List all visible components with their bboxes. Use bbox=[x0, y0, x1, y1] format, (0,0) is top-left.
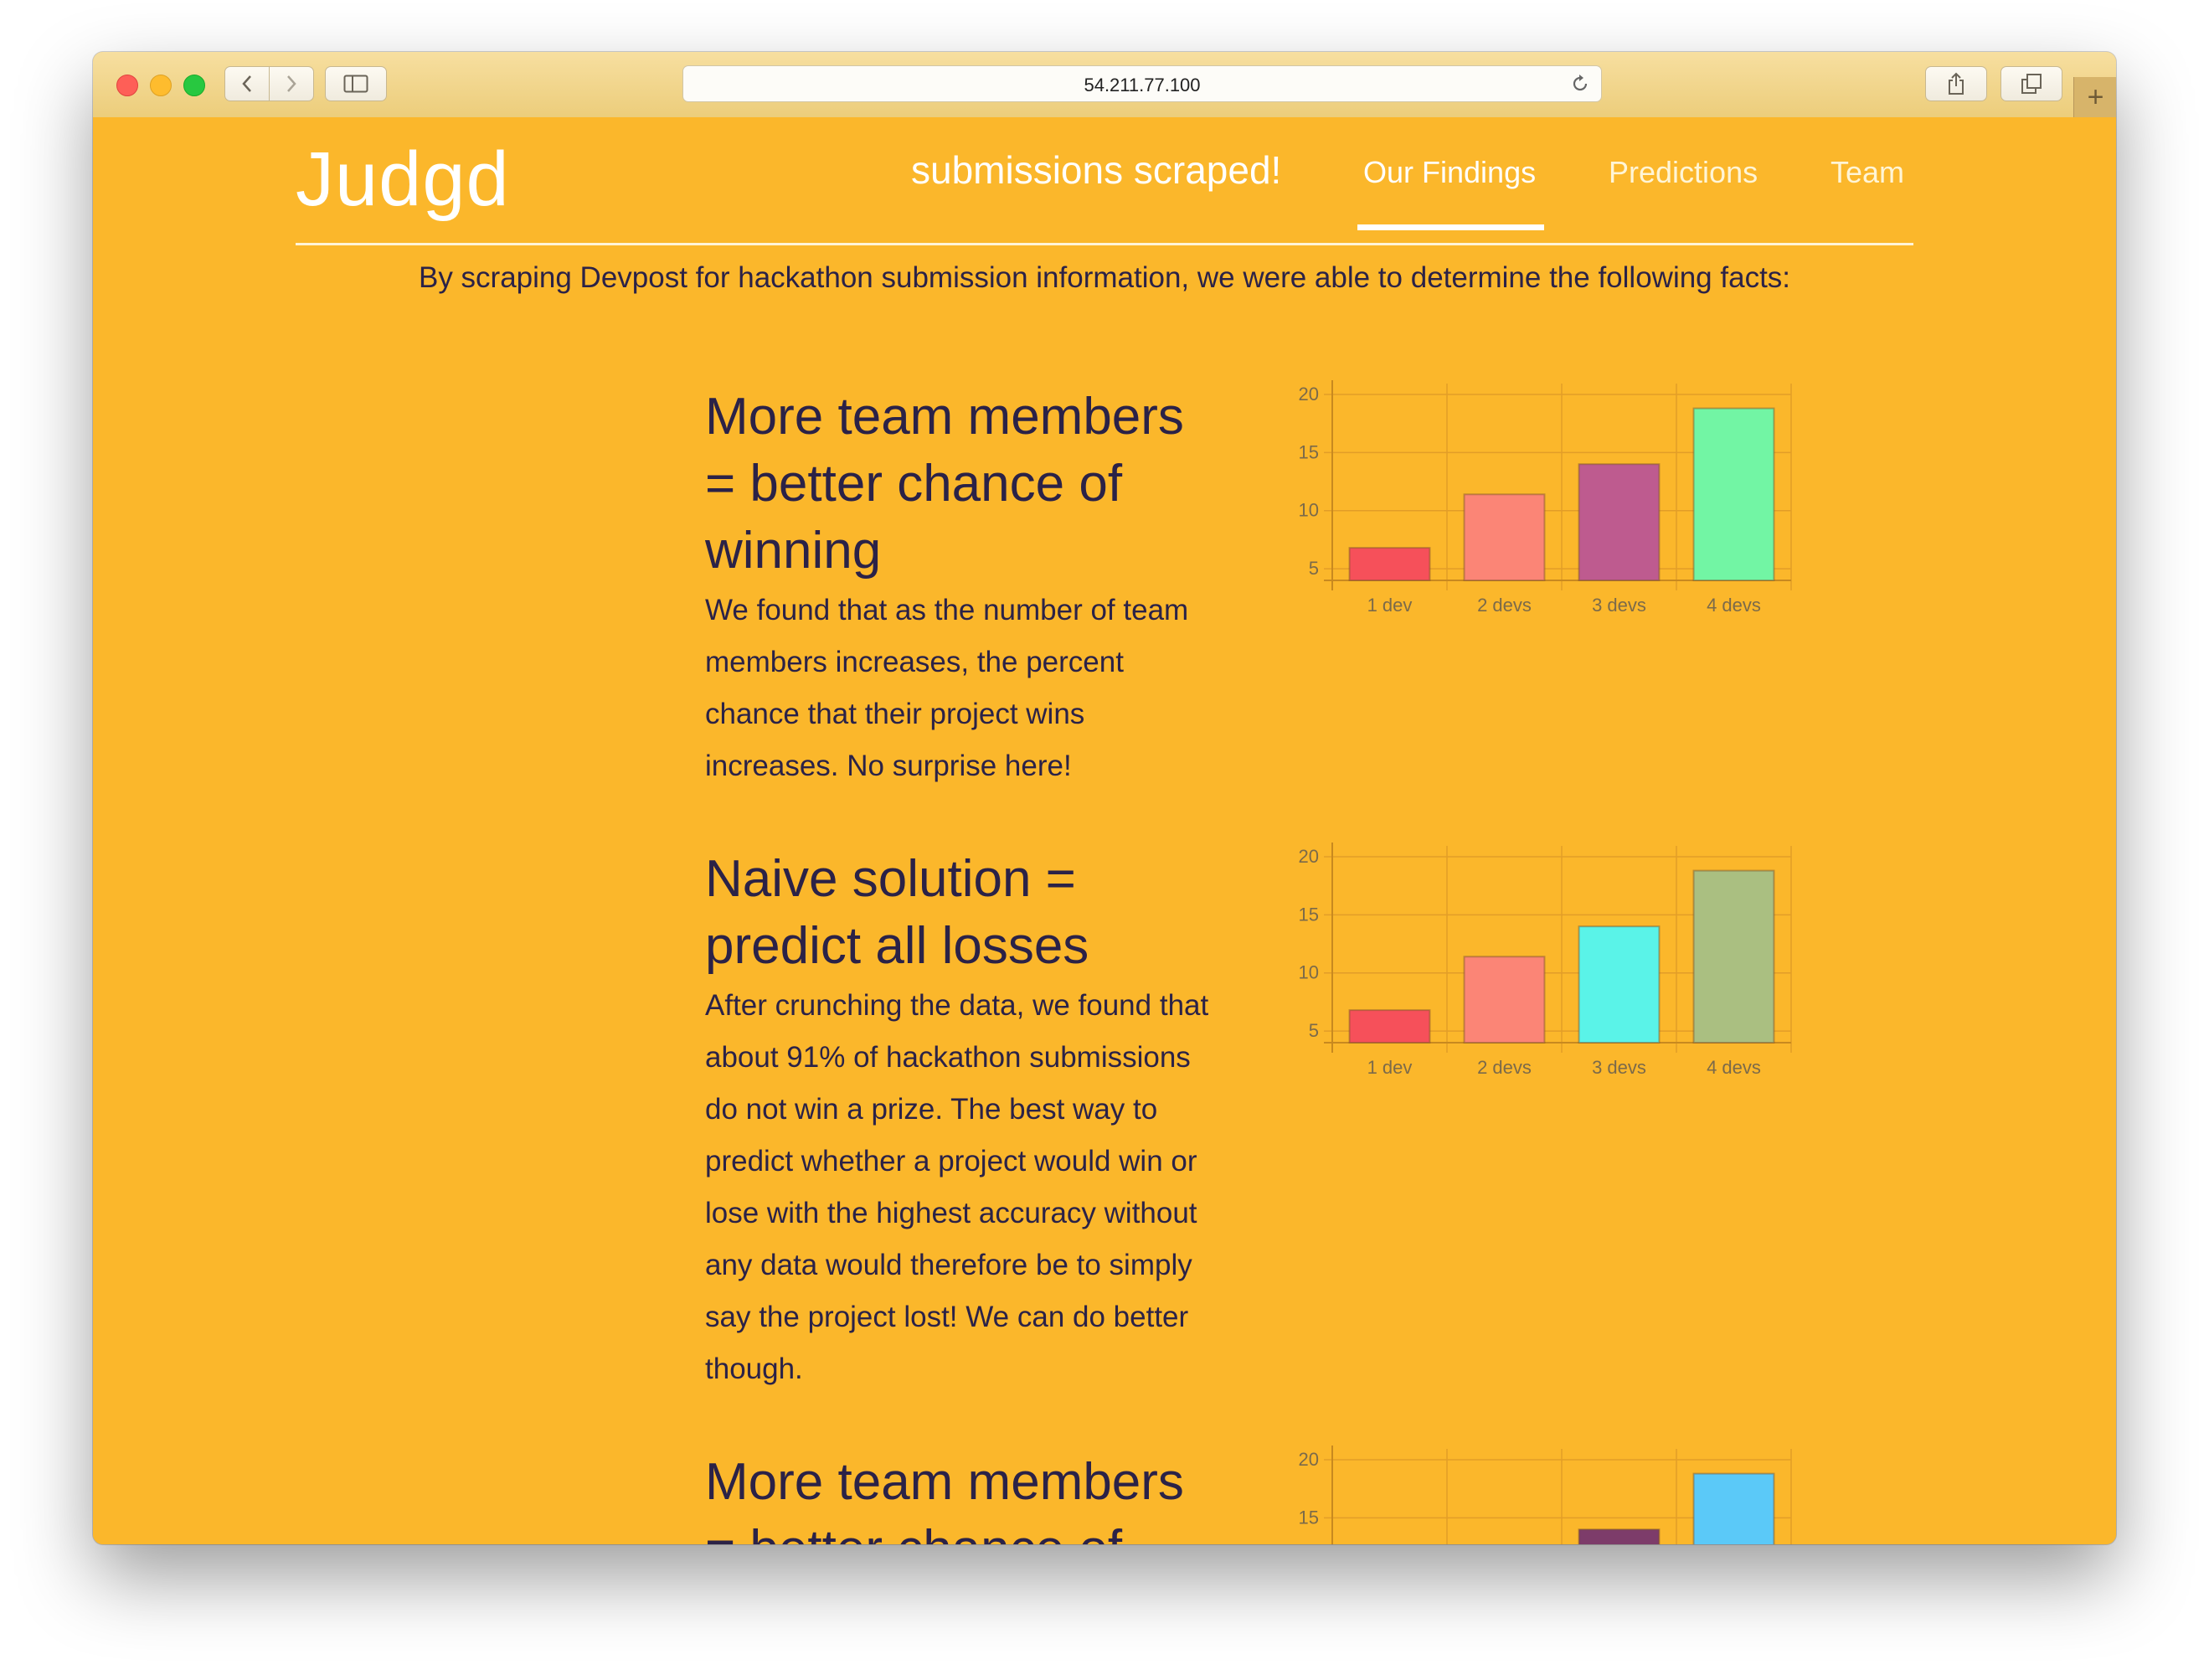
y-tick-label: 5 bbox=[1309, 1020, 1319, 1041]
x-tick-label: 4 devs bbox=[1707, 1057, 1761, 1078]
y-tick-label: 5 bbox=[1309, 558, 1319, 579]
finding-title: Naive solution = predict all losses bbox=[705, 850, 1089, 975]
y-tick-label: 20 bbox=[1299, 846, 1319, 867]
bar-4-devs bbox=[1692, 1472, 1775, 1544]
y-tick-label: 10 bbox=[1299, 500, 1319, 521]
bar-chart-team-size-repeat: 51015201 dev2 devs3 devs4 devs bbox=[1299, 1446, 1792, 1544]
x-tick-label: 2 devs bbox=[1477, 595, 1532, 616]
finding-chart-3: 51015201 dev2 devs3 devs4 devs bbox=[1271, 1442, 1874, 1544]
bar-4-devs bbox=[1692, 407, 1775, 582]
bar-3-devs bbox=[1578, 1528, 1661, 1544]
bar-1-dev bbox=[1348, 1009, 1431, 1044]
forward-button[interactable] bbox=[269, 66, 314, 101]
site-logo[interactable]: Judgd bbox=[296, 141, 510, 218]
browser-toolbar: 54.211.77.100 + bbox=[93, 52, 2116, 119]
plus-icon: + bbox=[2087, 80, 2104, 113]
intro-text: By scraping Devpost for hackathon submis… bbox=[418, 261, 1791, 294]
sidebar-icon bbox=[343, 75, 368, 93]
chevron-left-icon bbox=[242, 75, 251, 92]
nav-our-findings[interactable]: Our Findings bbox=[1363, 157, 1536, 188]
x-tick-label: 1 dev bbox=[1367, 595, 1413, 616]
finding-chart-1: 5 10 15 20 1 dev 2 devs 3 devs 4 devs bbox=[1271, 377, 1874, 620]
x-tick-label: 1 dev bbox=[1367, 1057, 1413, 1078]
show-tabs-button[interactable] bbox=[2000, 66, 2062, 101]
bar-chart-team-size: 5 10 15 20 1 dev 2 devs 3 devs 4 devs bbox=[1299, 380, 1792, 616]
nav-predictions[interactable]: Predictions bbox=[1609, 157, 1758, 188]
submissions-counter: submissions scraped! bbox=[911, 148, 1282, 192]
x-tick-label: 3 devs bbox=[1592, 595, 1646, 616]
new-tab-button[interactable]: + bbox=[2073, 77, 2116, 117]
minimize-window-button[interactable] bbox=[150, 75, 172, 96]
page-content: Judgd submissions scraped! Our Findings … bbox=[93, 117, 2116, 1544]
y-tick-label: 20 bbox=[1299, 1449, 1319, 1470]
y-tick-label: 15 bbox=[1299, 1507, 1319, 1528]
bar-1-dev bbox=[1348, 547, 1431, 581]
close-window-button[interactable] bbox=[116, 75, 138, 96]
bar-3-devs bbox=[1578, 463, 1661, 581]
x-tick-label: 4 devs bbox=[1707, 595, 1761, 616]
finding-naive-solution: Naive solution = predict all losses Afte… bbox=[705, 846, 1216, 1395]
reload-icon[interactable] bbox=[1569, 73, 1591, 95]
finding-title: More team members = better chance of win… bbox=[705, 388, 1184, 580]
y-tick-label: 15 bbox=[1299, 904, 1319, 925]
bar-2-devs bbox=[1463, 493, 1546, 581]
share-button[interactable] bbox=[1925, 66, 1987, 101]
y-tick-label: 10 bbox=[1299, 962, 1319, 983]
finding-team-size: More team members = better chance of win… bbox=[705, 384, 1216, 792]
share-icon bbox=[1949, 72, 1964, 95]
x-tick-label: 2 devs bbox=[1477, 1057, 1532, 1078]
address-bar-url: 54.211.77.100 bbox=[1084, 75, 1201, 95]
maximize-window-button[interactable] bbox=[183, 75, 205, 96]
active-nav-indicator bbox=[1357, 224, 1544, 230]
nav-team[interactable]: Team bbox=[1831, 157, 1904, 188]
finding-body: After crunching the data, we found that … bbox=[705, 989, 1209, 1385]
y-tick-label: 20 bbox=[1299, 384, 1319, 405]
finding-body: We found that as the number of team memb… bbox=[705, 594, 1189, 782]
browser-window: 54.211.77.100 + Judgd submissions scrape… bbox=[93, 52, 2116, 1544]
bar-2-devs bbox=[1463, 956, 1546, 1044]
x-tick-label: 3 devs bbox=[1592, 1057, 1646, 1078]
address-bar[interactable]: 54.211.77.100 bbox=[682, 65, 1602, 102]
finding-title: More team members = better chance of bbox=[705, 1453, 1184, 1544]
finding-team-size-repeat: More team members = better chance of bbox=[705, 1449, 1216, 1544]
sidebar-toggle-button[interactable] bbox=[325, 66, 387, 101]
bar-chart-naive-solution: 5 10 15 20 1 dev 2 devs 3 devs 4 devs bbox=[1299, 843, 1792, 1078]
tabs-overview-icon bbox=[2021, 74, 2042, 94]
bar-3-devs bbox=[1578, 925, 1661, 1044]
finding-chart-2: 5 10 15 20 1 dev 2 devs 3 devs 4 devs bbox=[1271, 839, 1874, 1082]
back-button[interactable] bbox=[224, 66, 270, 101]
y-tick-label: 15 bbox=[1299, 441, 1319, 462]
bar-4-devs bbox=[1692, 869, 1775, 1044]
header-divider bbox=[296, 243, 1913, 245]
chevron-right-icon bbox=[287, 75, 296, 92]
